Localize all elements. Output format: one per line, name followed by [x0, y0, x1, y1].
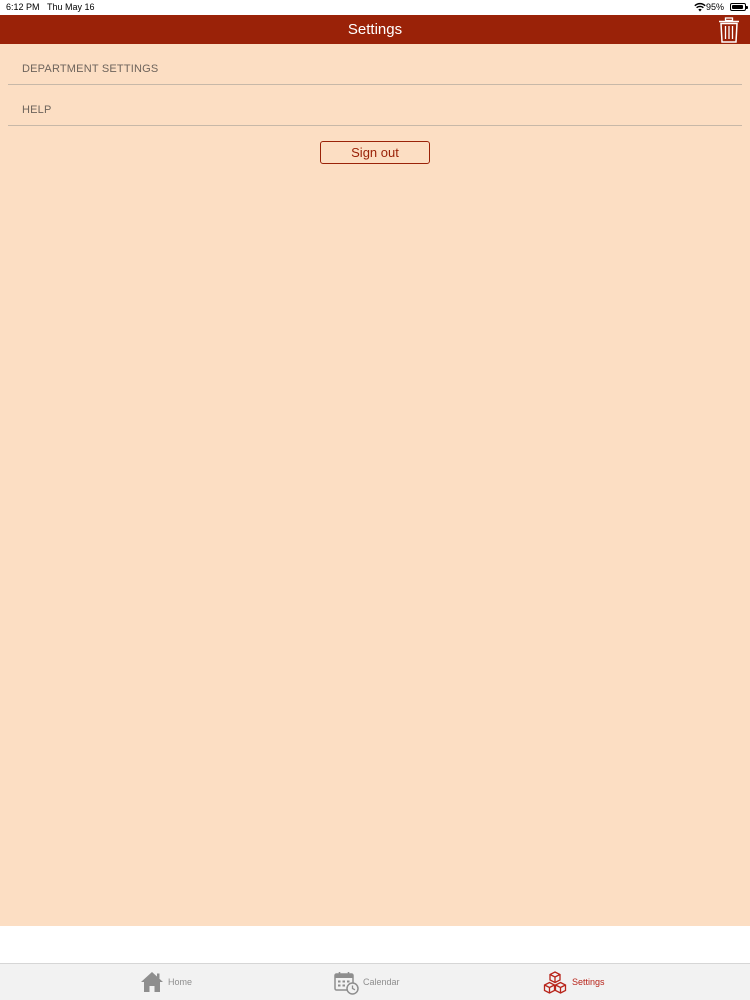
status-time: 6:12 PM [6, 2, 40, 12]
status-date: Thu May 16 [47, 2, 95, 12]
battery-percent: 95% [705, 2, 724, 12]
menu-item-label: HELP [22, 104, 52, 116]
wifi-icon [694, 2, 706, 12]
page-title: Settings [347, 21, 403, 38]
settings-content: DEPARTMENT SETTINGS HELP Sign out [0, 44, 750, 926]
sign-out-button[interactable]: Sign out [320, 141, 430, 164]
battery-icon [730, 3, 748, 11]
tab-home[interactable]: Home [140, 964, 210, 1000]
tab-calendar[interactable]: Calendar [334, 964, 414, 1000]
status-bar: 6:12 PM Thu May 16 95% [0, 0, 750, 15]
navigation-bar: Settings [0, 15, 750, 44]
tab-settings[interactable]: Settings [543, 964, 623, 1000]
tab-label: Home [168, 977, 193, 987]
trash-icon [719, 17, 739, 43]
menu-item-help[interactable]: HELP [8, 86, 742, 126]
cubes-icon [543, 971, 567, 994]
tab-bar: Home Calendar Settings [0, 963, 750, 1000]
tab-label: Settings [572, 977, 605, 987]
content-spacer [0, 926, 750, 963]
trash-button[interactable] [718, 17, 740, 43]
tab-label: Calendar [363, 977, 400, 987]
menu-item-label: DEPARTMENT SETTINGS [22, 63, 159, 75]
home-icon [141, 972, 163, 992]
calendar-clock-icon [334, 972, 359, 995]
menu-item-department-settings[interactable]: DEPARTMENT SETTINGS [8, 45, 742, 85]
